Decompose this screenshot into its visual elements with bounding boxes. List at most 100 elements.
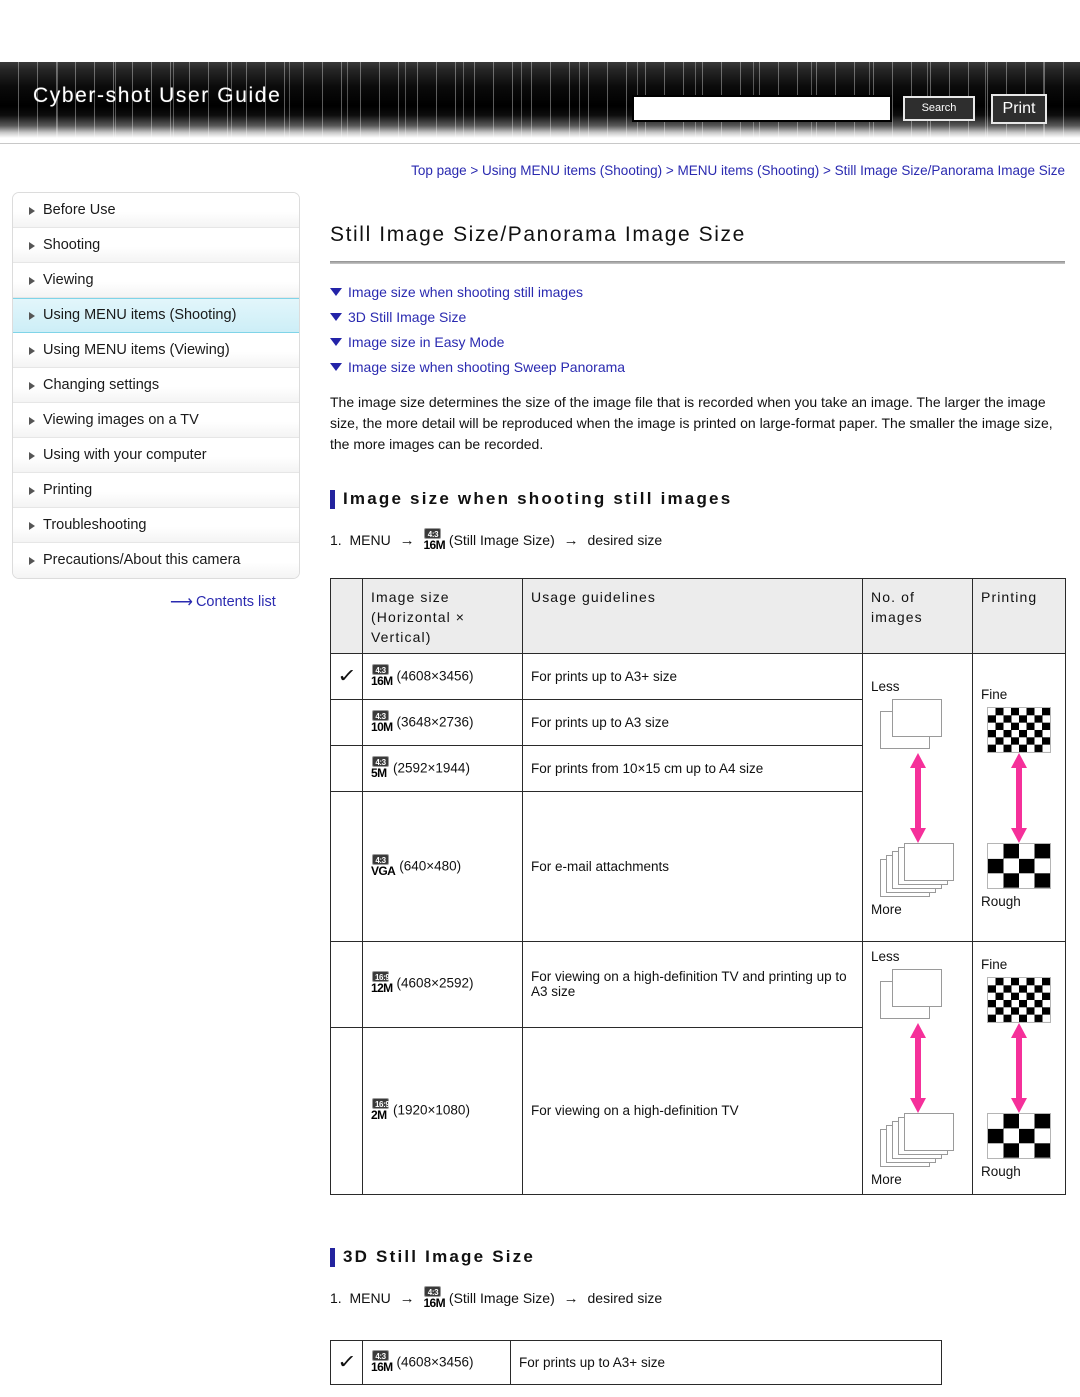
sidebar-item-precautions-about-this-camera[interactable]: Precautions/About this camera [13, 543, 299, 578]
sidebar-item-label: Troubleshooting [43, 517, 147, 533]
image-size-cell: 4:3 16M (4608×3456) [362, 653, 523, 701]
printing-quality-meter: Fine Rough [972, 941, 1066, 1196]
megapixel-label: 16M [371, 1359, 393, 1374]
step-tail-label: desired size [587, 532, 663, 549]
table-row: 16:9 12M (4608×2592) For viewing on a high-… [330, 941, 1066, 1196]
usage-guidelines-cell: For e-mail attachments [522, 791, 863, 943]
check-icon: ✓ [337, 666, 358, 688]
anchor-link[interactable]: 3D Still Image Size [330, 305, 1065, 330]
sidebar-item-label: Changing settings [43, 377, 160, 393]
sidebar-nav: Before Use Shooting Viewing Using MENU item… [12, 192, 300, 579]
anchor-link[interactable]: Image size in Easy Mode [330, 330, 1065, 355]
meter-art [871, 695, 964, 901]
anchor-link-label: Image size when shooting still images [348, 284, 584, 301]
aspect-ratio-badge: 4:3 [372, 755, 389, 767]
intro-paragraph: The image size determines the size of th… [330, 394, 1053, 453]
arrow-right-icon-3: → [399, 1290, 415, 1308]
meter-art [981, 703, 1057, 893]
search-button[interactable]: Search [903, 96, 975, 121]
step-line-3d-still-image-size: 1. MENU → 4:3 16M (Still Image Size) → d… [330, 1283, 1065, 1314]
section-heading-label: Image size when shooting still images [343, 489, 733, 509]
fine-quality-icon [987, 706, 1051, 753]
meter-top-label: Less [871, 949, 900, 965]
printing-quality-meter: Fine Rough [972, 653, 1066, 943]
image-size-icon: 4:3 16M [371, 663, 393, 688]
sidebar-item-viewing-images-on-a-tv[interactable]: Viewing images on a TV [13, 403, 299, 438]
print-button[interactable]: Print [991, 94, 1047, 124]
sidebar-item-troubleshooting[interactable]: Troubleshooting [13, 508, 299, 543]
few-images-icon [879, 969, 956, 1023]
section-heading-label-2: 3D Still Image Size [343, 1247, 536, 1267]
meter-bottom-label: Rough [981, 893, 1021, 909]
arrow-right-icon: → [399, 532, 415, 550]
section-accent-bar-2 [330, 1248, 335, 1268]
page-title: Still Image Size/Panorama Image Size [330, 223, 746, 246]
sidebar-item-label: Using MENU items (Viewing) [43, 342, 230, 358]
chevron-right-icon [29, 381, 35, 390]
meter-bottom-label: More [871, 1172, 902, 1188]
column-header-printing: Printing [972, 578, 1066, 655]
default-check-cell [330, 745, 363, 793]
image-size-icon: 16:9 12M [371, 971, 393, 995]
table-body: ✓ 4:3 16M (4608×3456) For prints up to A3+ s… [330, 653, 1066, 1196]
sidebar-item-printing[interactable]: Printing [13, 473, 299, 508]
usage-guidelines-cell: For prints from 10×15 cm up to A4 size [522, 745, 863, 793]
column-header-usage: Usage guidelines [522, 578, 863, 655]
sidebar-item-viewing[interactable]: Viewing [13, 263, 299, 298]
sidebar-item-shooting[interactable]: Shooting [13, 228, 299, 263]
usage-guidelines-cell: For viewing on a high-definition TV and … [522, 941, 863, 1028]
sidebar-item-before-use[interactable]: Before Use [13, 193, 299, 228]
anchor-link[interactable]: Image size when shooting still images [330, 280, 1065, 305]
sidebar-item-label: Using with your computer [43, 447, 207, 463]
fine-quality-icon [987, 977, 1051, 1024]
image-dimensions-label: (4608×3456) [396, 1354, 474, 1370]
step-number-2: 1. [330, 1290, 342, 1307]
sidebar-item-label: Shooting [43, 237, 101, 253]
aspect-ratio-badge: 4:3 [372, 663, 389, 675]
table-body-3d: ✓ 4:3 16M (4608×3456) For prints up to A3+ s… [330, 1340, 942, 1386]
page-title-divider [330, 261, 1065, 265]
still-image-size-icon: 4:3 16M [423, 528, 446, 552]
double-arrow-icon [1011, 1023, 1027, 1114]
double-arrow-icon [1011, 752, 1027, 843]
anchor-link-label: Image size in Easy Mode [348, 334, 505, 351]
anchor-link[interactable]: Image size when shooting Sweep Panorama [330, 355, 1065, 380]
step-number: 1. [330, 532, 342, 549]
aspect-ratio-badge: 4:3 [372, 1349, 389, 1361]
table-header: Image size (Horizontal × Vertical) Usage… [330, 578, 1066, 655]
chevron-right-icon [29, 312, 35, 320]
column-header-no-of-images: No. of images [862, 578, 973, 655]
sidebar-item-using-menu-items-shooting[interactable]: Using MENU items (Shooting) [13, 298, 299, 333]
chevron-right-icon [29, 416, 35, 425]
default-check-cell [330, 791, 363, 943]
table-row: ✓ 4:3 16M (4608×3456) For prints up to A3+ s… [330, 1340, 942, 1386]
megapixel-label: 16M [371, 673, 393, 688]
breadcrumb[interactable]: Top page > Using MENU items (Shooting) >… [330, 160, 1065, 181]
meter-top-label: Less [871, 678, 900, 694]
image-size-icon: 4:3 10M [371, 709, 393, 734]
sidebar-item-using-with-your-computer[interactable]: Using with your computer [13, 438, 299, 473]
search-input[interactable] [632, 95, 892, 122]
usage-guidelines-cell: For prints up to A3+ size [522, 653, 863, 701]
few-images-icon [879, 698, 956, 753]
table-header-row: Image size (Horizontal × Vertical) Usage… [330, 578, 1066, 655]
sidebar-item-label: Viewing images on a TV [43, 412, 199, 428]
contents-list-link[interactable]: ⟶ Contents list [170, 592, 276, 612]
meter-top-label: Fine [981, 686, 1008, 702]
sidebar-item-using-menu-items-viewing[interactable]: Using MENU items (Viewing) [13, 333, 299, 368]
sidebar-item-changing-settings[interactable]: Changing settings [13, 368, 299, 403]
step-icon-caption: (Still Image Size) [448, 532, 555, 549]
triangle-down-icon [330, 363, 342, 372]
image-size-cell: 16:9 12M (4608×2592) [362, 941, 523, 1028]
default-check-cell [330, 699, 363, 747]
table-row: ✓ 4:3 16M (4608×3456) For prints up to A3+ s… [330, 653, 1066, 943]
step-icon-caption-2: (Still Image Size) [448, 1290, 555, 1307]
chevron-right-icon [29, 557, 35, 565]
step-menu-label-2: MENU [349, 1290, 391, 1307]
meter-art [871, 965, 964, 1171]
usage-guidelines-cell: For viewing on a high-definition TV [522, 1026, 863, 1196]
image-size-icon: 4:3 5M [371, 755, 389, 780]
section-heading-still-image-size: Image size when shooting still images [330, 489, 1065, 510]
rough-quality-icon [987, 1113, 1051, 1160]
default-check-cell [330, 1026, 363, 1196]
